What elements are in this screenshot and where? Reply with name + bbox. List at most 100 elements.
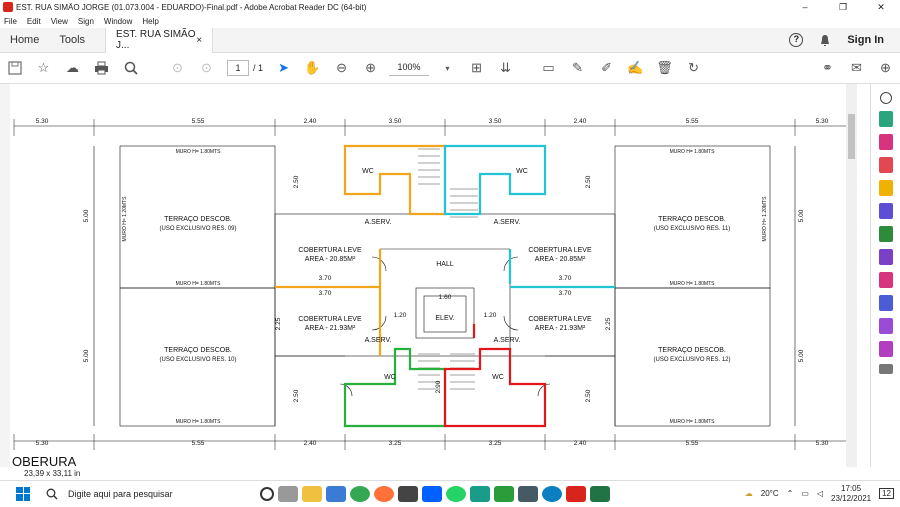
sign-in-button[interactable]: Sign In: [847, 34, 884, 46]
zoom-level-select[interactable]: 100%: [389, 60, 430, 76]
menu-sign[interactable]: Sign: [78, 17, 94, 26]
app-icon-11[interactable]: [518, 485, 538, 502]
store-icon[interactable]: [326, 485, 346, 502]
cobertura-area-tl: AREA - 20.85M²: [305, 256, 356, 263]
share-link-icon[interactable]: ⚭: [813, 56, 842, 80]
fill-sign-tool-icon[interactable]: [878, 249, 893, 265]
clock[interactable]: 17:05 23/12/2021: [831, 484, 871, 504]
vertical-scrollbar[interactable]: [846, 84, 857, 467]
page-down-icon[interactable]: ⊙: [192, 56, 221, 80]
document-viewer[interactable]: 5.30 5.55 2.40 3.50 3.50 2.40 5.55 5.30 …: [0, 84, 870, 467]
minimize-button[interactable]: –: [786, 0, 824, 14]
chrome-icon[interactable]: [350, 485, 370, 502]
collapse-panel-icon[interactable]: [878, 364, 893, 374]
dim-250-right: 2.50: [585, 175, 592, 188]
dropbox-icon[interactable]: [422, 485, 442, 502]
zoom-search-icon[interactable]: [879, 92, 892, 104]
windows-start-icon[interactable]: [16, 486, 30, 501]
menu-view[interactable]: View: [51, 17, 68, 26]
tab-close-icon[interactable]: ×: [196, 35, 202, 46]
app-icon-5[interactable]: [398, 485, 418, 502]
tab-document[interactable]: EST. RUA SIMÃO J... ×: [105, 27, 214, 53]
menu-window[interactable]: Window: [104, 17, 132, 26]
edit-pdf-icon[interactable]: [878, 318, 893, 334]
weather-icon[interactable]: ☁: [745, 489, 753, 498]
email-icon[interactable]: ✉: [842, 56, 871, 80]
acrobat-app-icon: [3, 2, 13, 12]
tab-tools[interactable]: Tools: [49, 34, 95, 46]
combine-files-icon[interactable]: [878, 203, 893, 219]
app-icon-10[interactable]: [494, 485, 514, 502]
notification-bell-icon[interactable]: [819, 34, 831, 47]
export-pdf-icon[interactable]: [878, 111, 893, 127]
comment-icon[interactable]: ▭: [534, 56, 563, 80]
dim-bottom-7: 5.55: [686, 440, 699, 447]
help-icon[interactable]: ?: [789, 33, 804, 47]
draw-icon[interactable]: ✐: [592, 56, 621, 80]
cortana-icon[interactable]: [260, 486, 274, 501]
system-tray: ☁ 20°C ⌃ ▭ ◁ 17:05 23/12/2021 12: [745, 484, 900, 504]
hand-tool-icon[interactable]: ✋: [298, 56, 327, 80]
menu-edit[interactable]: Edit: [27, 17, 41, 26]
zoom-in-icon[interactable]: ⊕: [356, 56, 385, 80]
temperature[interactable]: 20°C: [761, 489, 779, 498]
edge-icon[interactable]: [542, 485, 562, 502]
sign-pen-icon[interactable]: [878, 272, 893, 288]
highlight-pen-icon[interactable]: ✎: [563, 56, 592, 80]
fit-page-icon[interactable]: ⊞: [462, 56, 491, 80]
organize-pages-icon[interactable]: [878, 134, 893, 150]
delete-icon[interactable]: 🗑: [650, 56, 679, 80]
comment-tool-icon[interactable]: [878, 180, 893, 196]
save-icon[interactable]: [0, 56, 29, 80]
zoom-dropdown-icon[interactable]: ▾: [433, 56, 462, 80]
terraco-sub-tl: (USO EXCLUSIVO RES. 09): [159, 226, 236, 232]
acrobat-taskbar-icon[interactable]: [566, 485, 586, 502]
task-view-icon[interactable]: [278, 485, 298, 502]
window-title: EST. RUA SIMÃO JORGE (01.073.004 - EDUAR…: [16, 2, 367, 12]
more-tools-icon[interactable]: [878, 341, 893, 357]
menu-file[interactable]: File: [4, 17, 17, 26]
upload-cloud-icon[interactable]: ☁: [58, 56, 87, 80]
dim-bottom-2: 5.55: [192, 440, 205, 447]
volume-icon[interactable]: ◁: [817, 489, 823, 498]
page-up-icon[interactable]: ⊙: [163, 56, 192, 80]
wc-label-tr: WC: [516, 168, 528, 175]
cobertura-area-tr: AREA - 20.85M²: [535, 256, 586, 263]
taskbar-search[interactable]: Digite aqui para pesquisar: [40, 481, 260, 507]
zoom-out-icon[interactable]: ⊖: [327, 56, 356, 80]
add-user-icon[interactable]: ⊕: [871, 56, 900, 80]
print-icon[interactable]: [87, 56, 116, 80]
excel-export-icon[interactable]: [878, 226, 893, 242]
notification-center-icon[interactable]: 12: [879, 488, 894, 499]
scroll-thumb[interactable]: [848, 114, 855, 159]
page-total: / 1: [253, 63, 264, 73]
cobertura-area-br: AREA - 21.93M²: [535, 325, 586, 332]
muro-top-left: MURO H= 1.80MTS: [176, 149, 222, 155]
maximize-button[interactable]: ❐: [824, 0, 862, 14]
tab-home[interactable]: Home: [0, 34, 49, 46]
rotate-icon[interactable]: ↻: [679, 56, 708, 80]
firefox-icon[interactable]: [374, 485, 394, 502]
dim-top-2: 5.55: [192, 118, 205, 125]
search-zoom-icon[interactable]: [116, 56, 145, 80]
dim-top-4: 3.50: [389, 118, 402, 125]
select-cursor-icon[interactable]: ➤: [269, 56, 298, 80]
protect-shield-icon[interactable]: [878, 295, 893, 311]
whatsapp-icon[interactable]: [446, 485, 466, 502]
fill-sign-icon[interactable]: ✍: [621, 56, 650, 80]
page-number-input[interactable]: 1: [227, 60, 249, 76]
muro-mid-right: MURO H= 1.80MTS: [670, 281, 716, 287]
network-icon[interactable]: ▭: [801, 489, 809, 498]
dim-side-right-top: 5.00: [798, 209, 805, 222]
close-window-button[interactable]: ✕: [862, 0, 900, 14]
create-pdf-icon[interactable]: [878, 157, 893, 173]
tray-chevron-icon[interactable]: ⌃: [787, 489, 794, 498]
file-explorer-icon[interactable]: [302, 485, 322, 502]
menu-help[interactable]: Help: [142, 17, 158, 26]
app-icon-9[interactable]: [470, 485, 490, 502]
bookmark-star-icon[interactable]: ☆: [29, 56, 58, 80]
wc-label-tl: WC: [362, 168, 374, 175]
excel-icon[interactable]: [590, 485, 610, 502]
scroll-mode-icon[interactable]: ⇊: [491, 56, 520, 80]
dim-side-right-bottom: 5.00: [798, 349, 805, 362]
